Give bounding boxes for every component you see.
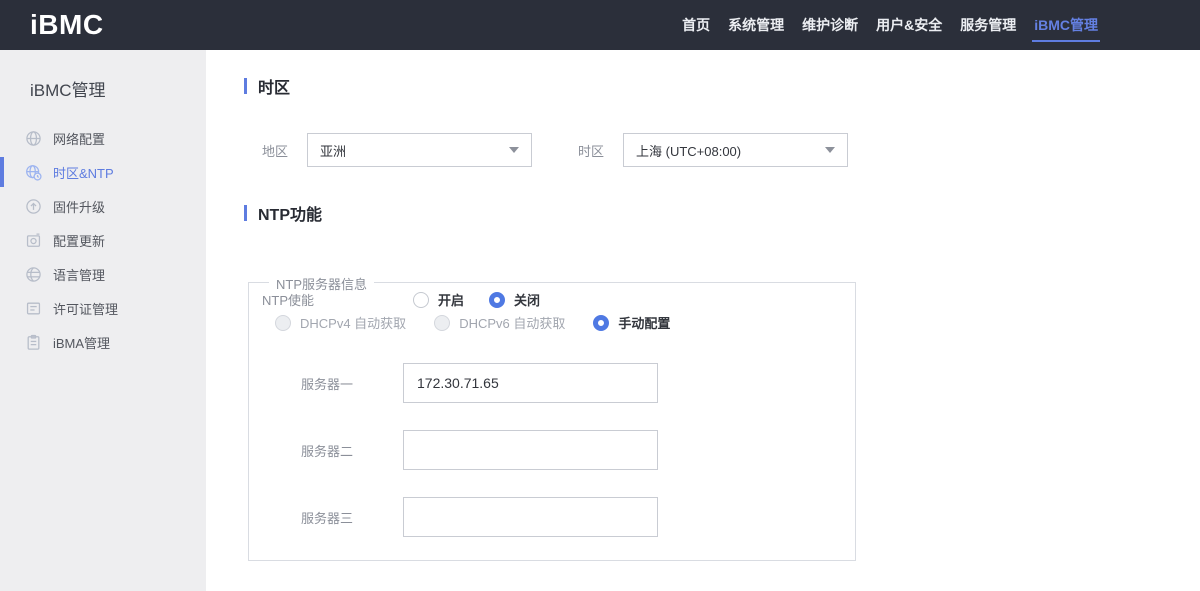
nav-item-system-management[interactable]: 系统管理: [726, 0, 786, 50]
sidebar-item-language-management[interactable]: 语言管理: [0, 257, 206, 291]
dhcpv6-auto-radio[interactable]: DHCPv6 自动获取: [434, 313, 565, 332]
sidebar-item-label: 网络配置: [53, 131, 106, 147]
ibma-clipboard-icon: [25, 334, 42, 351]
radio-circle: [593, 314, 610, 331]
sidebar-item-label: iBMA管理: [53, 335, 111, 351]
language-icon: [25, 266, 42, 283]
radio-label: DHCPv6 自动获取: [459, 316, 566, 331]
sidebar-item-network-config[interactable]: 网络配置: [0, 121, 206, 155]
radio-circle: [275, 314, 291, 331]
chevron-down-icon: [509, 147, 519, 153]
timezone-select-value: 上海 (UTC+08:00): [636, 143, 742, 159]
timezone-clock-icon: [25, 164, 42, 181]
sidebar-item-label: 配置更新: [53, 233, 106, 249]
sidebar-item-config-update[interactable]: 配置更新: [0, 223, 206, 257]
nav-item-home[interactable]: 首页: [680, 0, 712, 50]
ntp-server-info-legend: NTP服务器信息: [269, 274, 375, 293]
server-three-input[interactable]: [403, 497, 658, 537]
sidebar-item-label: 时区&NTP: [53, 165, 114, 181]
sidebar-item-license-management[interactable]: 许可证管理: [0, 291, 206, 325]
server-two-input[interactable]: [403, 430, 658, 470]
firmware-upgrade-icon: [25, 198, 42, 215]
sidebar: iBMC管理 网络配置 时区&NTP 固件升级 配置更新 语言管理 许可证管理 …: [0, 50, 222, 591]
topbar: iBMC 首页 系统管理 维护诊断 用户&安全 服务管理 iBMC管理: [0, 0, 1200, 50]
chevron-down-icon: [825, 147, 835, 153]
server-three-row: 服务器三: [301, 497, 658, 537]
manual-config-radio[interactable]: 手动配置: [593, 313, 670, 332]
top-nav: 首页 系统管理 维护诊断 用户&安全 服务管理 iBMC管理: [680, 0, 1100, 50]
ntp-server-mode-radios: DHCPv4 自动获取 DHCPv6 自动获取 手动配置: [275, 313, 698, 332]
nav-item-service-management[interactable]: 服务管理: [958, 0, 1018, 50]
sidebar-item-firmware-upgrade[interactable]: 固件升级: [0, 189, 206, 223]
radio-circle: [434, 314, 451, 331]
sidebar-item-timezone-ntp[interactable]: 时区&NTP: [0, 155, 206, 189]
nav-item-ibmc-management[interactable]: iBMC管理: [1032, 0, 1100, 50]
app-logo: iBMC: [30, 9, 104, 40]
server-one-row: 服务器一: [301, 363, 658, 403]
timezone-form-row: 地区 亚洲 时区 上海 (UTC+08:00): [262, 133, 848, 167]
region-label: 地区: [262, 143, 289, 159]
sidebar-menu: 网络配置 时区&NTP 固件升级 配置更新 语言管理 许可证管理 iBMA管理: [0, 121, 206, 359]
license-icon: [25, 300, 42, 317]
sidebar-title: iBMC管理: [30, 81, 106, 100]
timezone-section-title: 时区: [258, 80, 291, 97]
server-two-row: 服务器二: [301, 430, 658, 470]
sidebar-item-label: 许可证管理: [53, 301, 119, 317]
server-two-label: 服务器二: [301, 443, 354, 459]
main-content: 时区 地区 亚洲 时区 上海 (UTC+08:00) NTP功能 NTP使能 开…: [206, 50, 1200, 591]
server-three-label: 服务器三: [301, 510, 354, 526]
radio-label: 手动配置: [618, 316, 671, 331]
region-select-value: 亚洲: [320, 143, 347, 159]
sidebar-item-ibma-management[interactable]: iBMA管理: [0, 325, 206, 359]
timezone-section-header: 时区: [244, 74, 290, 98]
radio-label: DHCPv4 自动获取: [300, 316, 407, 331]
sidebar-item-label: 语言管理: [53, 267, 106, 283]
dhcpv4-auto-radio[interactable]: DHCPv4 自动获取: [275, 313, 406, 332]
timezone-select[interactable]: 上海 (UTC+08:00): [623, 133, 848, 167]
section-accent-bar: [244, 205, 247, 221]
sidebar-item-label: 固件升级: [53, 199, 106, 215]
section-accent-bar: [244, 78, 247, 94]
region-select[interactable]: 亚洲: [307, 133, 532, 167]
server-one-label: 服务器一: [301, 376, 354, 392]
config-update-icon: [25, 232, 42, 249]
ntp-section-header: NTP功能: [244, 201, 322, 225]
ntp-section-title: NTP功能: [258, 207, 323, 224]
nav-item-user-security[interactable]: 用户&安全: [874, 0, 944, 50]
timezone-label: 时区: [578, 143, 605, 159]
globe-icon: [25, 130, 42, 147]
server-one-input[interactable]: [403, 363, 658, 403]
nav-item-maintenance-diagnostics[interactable]: 维护诊断: [800, 0, 860, 50]
ntp-server-info-group: NTP服务器信息 DHCPv4 自动获取 DHCPv6 自动获取 手动配置 服务…: [248, 274, 856, 561]
